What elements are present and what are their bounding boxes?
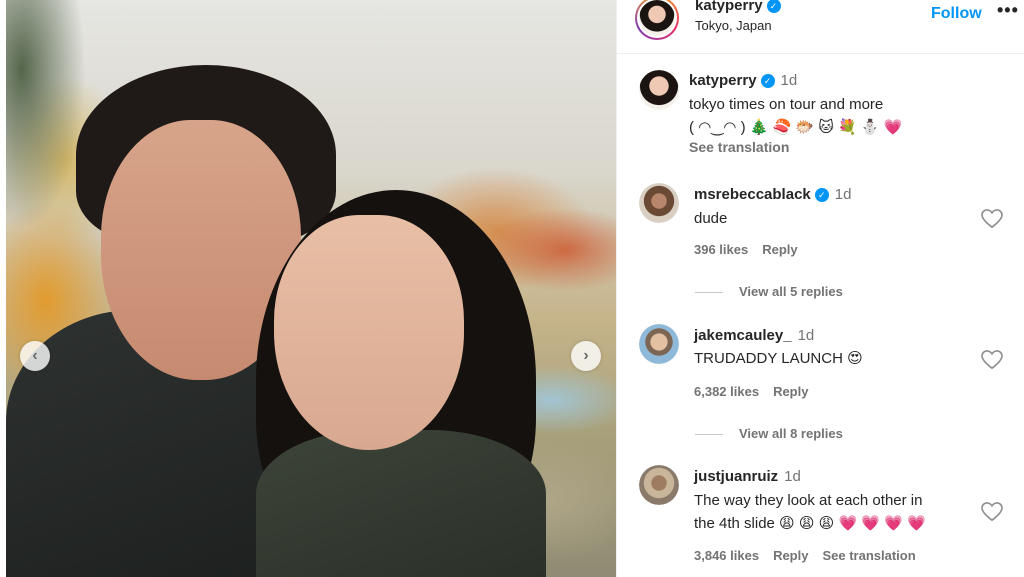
comment-header: jakemcauley_ 1d [694,327,814,344]
reply-button[interactable]: Reply [773,548,808,563]
divider-line [695,434,723,436]
post-location[interactable]: Tokyo, Japan [695,18,772,33]
carousel-prev-button[interactable]: ‹ [20,341,50,371]
caption-username[interactable]: katyperry [689,72,757,89]
comments-panel: katyperry ✓ Tokyo, Japan Follow ••• katyp… [616,0,1024,577]
see-translation-button[interactable]: See translation [822,548,915,563]
comment-likes[interactable]: 3,846 likes [694,548,759,563]
author-username-text[interactable]: katyperry [695,0,763,14]
commenter-avatar[interactable] [639,324,679,364]
comment-actions: 396 likes Reply [694,242,812,257]
more-options-icon[interactable]: ••• [997,0,1019,21]
caption-header: katyperry ✓ 1d [689,72,797,89]
comment-actions: 6,382 likes Reply [694,384,822,399]
post-header: katyperry ✓ Tokyo, Japan Follow ••• [617,0,1024,54]
comment-username[interactable]: justjuanruiz [694,468,778,485]
photo-background-trees [6,0,86,230]
verified-badge-icon: ✓ [760,74,775,88]
comment-username[interactable]: msrebeccablack [694,186,811,203]
heart-outline-icon[interactable] [981,209,1003,229]
heart-outline-icon[interactable] [981,502,1003,522]
caption-see-translation[interactable]: See translation [689,139,789,155]
view-replies-label: View all 8 replies [739,426,843,441]
commenter-avatar[interactable] [639,183,679,223]
verified-badge-icon: ✓ [814,188,829,202]
instagram-post: ‹ › katyperry ✓ Tokyo, Japan Follow ••• k… [0,0,1024,577]
comment-text: dude [694,210,728,227]
comment-header: msrebeccablack ✓ 1d [694,186,851,203]
view-replies-button[interactable]: View all 8 replies [695,426,843,441]
comment-actions: 3,846 likes Reply See translation [694,548,930,563]
heart-outline-icon[interactable] [981,350,1003,370]
caption-timestamp[interactable]: 1d [781,72,798,89]
reply-button[interactable]: Reply [762,242,797,257]
chevron-right-icon: › [583,347,589,364]
comment-header: justjuanruiz 1d [694,468,801,485]
caption-text-line2: ( ◠‿◠ ) 🎄 🍣 🐡 🐱 💐 ⛄ 💗 [689,119,903,136]
follow-button[interactable]: Follow [931,5,982,23]
post-photo[interactable] [6,0,616,577]
divider-line [695,292,723,294]
reply-button[interactable]: Reply [773,384,808,399]
comment-text: TRUDADDY LAUNCH 😍 [694,350,863,367]
comment-timestamp[interactable]: 1d [784,468,801,485]
author-username[interactable]: katyperry ✓ [695,0,781,14]
photo-woman-coat [256,430,546,577]
verified-badge-icon: ✓ [766,0,781,13]
comment-timestamp[interactable]: 1d [835,186,852,203]
caption-text-line1: tokyo times on tour and more [689,96,884,113]
chevron-left-icon: ‹ [32,347,38,364]
comment-text-line1: The way they look at each other in [694,492,923,509]
comment-likes[interactable]: 6,382 likes [694,384,759,399]
comment-username[interactable]: jakemcauley_ [694,327,792,344]
caption-author-avatar[interactable] [639,70,679,110]
photo-woman-face [274,215,464,450]
author-avatar[interactable] [635,0,679,40]
carousel-next-button[interactable]: › [571,341,601,371]
comment-timestamp[interactable]: 1d [798,327,815,344]
commenter-avatar[interactable] [639,465,679,505]
comment-text-line2: the 4th slide 😩 😩 😩 💗 💗 💗 💗 [694,515,926,532]
view-replies-label: View all 5 replies [739,284,843,299]
comment-likes[interactable]: 396 likes [694,242,748,257]
view-replies-button[interactable]: View all 5 replies [695,284,843,299]
